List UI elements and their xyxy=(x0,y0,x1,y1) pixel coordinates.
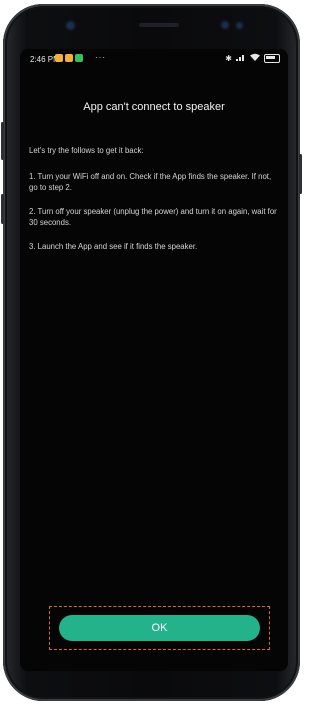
system-icons: ✱ xyxy=(225,53,280,64)
more-notifications-icon: ··· xyxy=(95,53,106,62)
notification-icons xyxy=(55,54,83,62)
step-1: 1. Turn your WiFi off and on. Check if t… xyxy=(29,172,272,192)
screen: 2:46 PM ··· ✱ App can't connect to speak… xyxy=(20,49,288,671)
bixby-button xyxy=(1,194,4,224)
battery-icon xyxy=(264,54,280,63)
notification-app-icon xyxy=(75,54,83,62)
power-button xyxy=(299,154,302,194)
intro-text: Let's try the follows to get it back: xyxy=(29,146,144,155)
bluetooth-icon: ✱ xyxy=(225,53,232,63)
step-3: 3. Launch the App and see if it finds th… xyxy=(29,242,198,251)
phone-frame: 2:46 PM ··· ✱ App can't connect to speak… xyxy=(1,4,302,701)
iris-scanner-icon xyxy=(237,23,242,28)
sensor-icon xyxy=(222,22,228,28)
volume-button xyxy=(1,122,4,160)
front-camera-icon xyxy=(67,22,74,29)
ok-button[interactable]: OK xyxy=(59,615,260,641)
notification-app-icon xyxy=(55,54,63,62)
signal-icon xyxy=(236,53,246,64)
step-2: 2. Turn off your speaker (unplug the pow… xyxy=(29,207,277,227)
top-bezel xyxy=(3,4,300,44)
ok-button-highlight: OK xyxy=(49,606,270,650)
status-bar: 2:46 PM ··· ✱ xyxy=(20,49,288,69)
earpiece-speaker xyxy=(139,23,179,27)
notification-app-icon xyxy=(65,54,73,62)
dialog-body: Let's try the follows to get it back: 1.… xyxy=(29,145,281,265)
wifi-icon xyxy=(250,53,260,64)
dialog-title: App can't connect to speaker xyxy=(83,101,225,113)
